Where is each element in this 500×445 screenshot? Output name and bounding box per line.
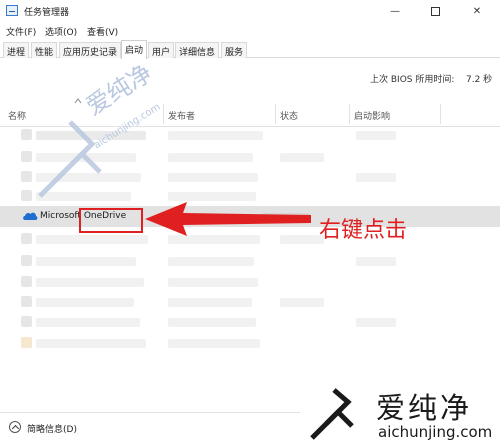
fewer-details-link[interactable]: 简略信息(D): [27, 422, 77, 435]
watermark-logo-icon: [38, 120, 102, 198]
menu-options[interactable]: 选项(O): [45, 25, 77, 38]
tab-bar: 进程 性能 应用历史记录 启动 用户 详细信息 服务: [0, 40, 500, 59]
bios-time-label: 上次 BIOS 所用时间:: [370, 75, 455, 85]
column-status[interactable]: 状态: [280, 109, 298, 122]
tab-processes[interactable]: 进程: [3, 42, 30, 58]
menu-bar: 文件(F) 选项(O) 查看(V): [0, 22, 500, 40]
tab-details[interactable]: 详细信息: [175, 42, 220, 58]
column-divider[interactable]: [349, 104, 350, 124]
onedrive-cloud-icon: [23, 212, 38, 220]
close-button[interactable]: ✕: [462, 0, 492, 22]
menu-file[interactable]: 文件(F): [6, 25, 36, 38]
close-icon: ✕: [472, 5, 482, 17]
highlight-box: [79, 208, 143, 233]
annotation-arrow-icon: [145, 202, 311, 236]
watermark-badge-url: aichunjing.com: [378, 423, 493, 441]
sort-ascending-icon: [74, 98, 82, 104]
annotation-text: 右键点击: [319, 218, 408, 243]
tab-services[interactable]: 服务: [221, 42, 248, 58]
tab-app-history[interactable]: 应用历史记录: [59, 42, 122, 58]
bios-time-value: 7.2 秒: [466, 75, 493, 85]
column-divider[interactable]: [275, 104, 276, 124]
watermark-badge: 爱纯净 aichunjing.com: [300, 382, 500, 445]
watermark-badge-logo-icon: [310, 388, 354, 440]
column-name[interactable]: 名称: [8, 109, 26, 122]
maximize-button[interactable]: [420, 0, 450, 22]
window-title: 任务管理器: [24, 8, 70, 18]
task-manager-icon: [6, 5, 18, 16]
watermark-badge-brand: 爱纯净: [376, 391, 473, 425]
column-divider[interactable]: [440, 104, 441, 124]
maximize-icon: [430, 6, 440, 16]
column-startup-impact[interactable]: 启动影响: [354, 109, 390, 122]
tab-performance[interactable]: 性能: [31, 42, 58, 58]
minimize-button[interactable]: —: [380, 0, 410, 22]
tab-users[interactable]: 用户: [148, 42, 175, 58]
minimize-icon: —: [390, 5, 400, 17]
menu-view[interactable]: 查看(V): [87, 25, 118, 38]
chevron-up-icon[interactable]: [9, 421, 21, 433]
title-bar: 任务管理器 — ✕: [0, 0, 500, 22]
